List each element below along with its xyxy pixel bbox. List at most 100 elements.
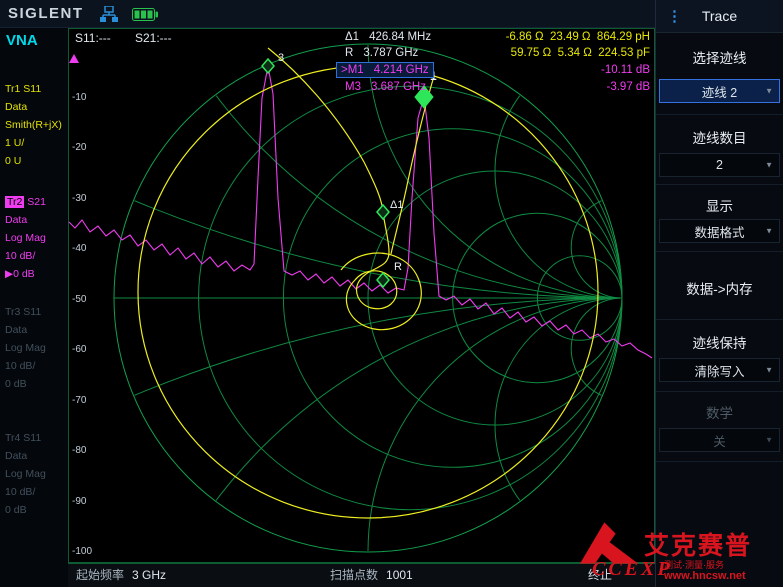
marker-delta1-label: Δ1	[390, 199, 403, 211]
marker-delta1-diamond[interactable]	[377, 205, 389, 219]
trace-param: S21	[27, 196, 46, 208]
trace-summary-tr3[interactable]: Tr3 S11 Data Log Mag 10 dB/ 0 dB	[5, 303, 67, 393]
vna-screen: SIGLENT VNA Tr1 S1	[0, 0, 783, 587]
trace-s21-logmag	[69, 66, 652, 358]
readout-freq: 3.787 GHz	[363, 47, 418, 59]
y-axis-label: -90	[72, 496, 102, 507]
y-axis-label: -40	[72, 243, 102, 254]
y-axis-label: -100	[72, 546, 102, 557]
trace-summary-row: Smith(R+jX)	[5, 116, 67, 134]
caret-down-icon: ▼	[765, 366, 773, 375]
readout-label: Δ1	[345, 31, 359, 43]
caret-down-icon: ▼	[765, 161, 773, 170]
readout-value: -10.11 dB	[601, 64, 650, 76]
menu-section-math: 数学 关 ▼	[656, 392, 783, 462]
trace-name: Tr1	[5, 83, 20, 95]
y-axis-label: -20	[72, 142, 102, 153]
trace-summary-tr2[interactable]: Tr2 S21 Data Log Mag 10 dB/ ▶0 dB	[5, 193, 67, 283]
select-trace-dropdown[interactable]: 迹线 2 ▼	[659, 79, 780, 103]
active-trace-tag: Tr2	[5, 196, 24, 208]
y-axis-label: -70	[72, 395, 102, 406]
dropdown-value: 2	[716, 158, 723, 172]
start-frequency-label: 起始频率	[76, 568, 124, 582]
trace-summary-row: Data	[5, 211, 67, 229]
trace-summary-row: 1 U/	[5, 134, 67, 152]
math-dropdown[interactable]: 关 ▼	[659, 428, 780, 452]
dropdown-value: 清除写入	[694, 361, 744, 380]
menu-section-trace-count: 迹线数目 2 ▼	[656, 115, 783, 185]
graph-area: 3 1 Δ1 R S11:--- S21:--- -10 -20 -30 -40…	[68, 28, 655, 563]
smith-grid	[68, 28, 655, 563]
marker-readout-row: M3 3.687 GHz -3.97 dB	[68, 81, 655, 95]
menu-dots-icon: ⋮	[667, 0, 682, 33]
readout-value: -6.86 Ω 23.49 Ω 864.29 pH	[506, 31, 650, 43]
y-axis-label: -50	[72, 294, 102, 305]
menu-section-display: 显示 数据格式 ▼	[656, 185, 783, 252]
menu-item-label: 显示	[656, 195, 783, 215]
menu-section-data-to-memory: 数据->内存	[656, 252, 783, 320]
dropdown-value: 数据格式	[694, 222, 744, 241]
trace-name: Tr3	[5, 306, 20, 318]
menu-header: ⋮ Trace	[656, 0, 783, 33]
trace-summary-row: ▶0 dB	[5, 265, 67, 283]
trace-status-panel: VNA Tr1 S11 Data Smith(R+jX) 1 U/ 0 U Tr…	[0, 28, 68, 587]
y-axis-label: -60	[72, 344, 102, 355]
readout-freq: 3.687 GHz	[371, 81, 426, 93]
trace-summary-row: 0 U	[5, 152, 67, 170]
trace-hold-dropdown[interactable]: 清除写入 ▼	[659, 358, 780, 382]
trace-summary-row: 0 dB	[5, 375, 67, 393]
caret-down-icon: ▼	[765, 227, 773, 236]
menu-item-label: 数学	[656, 402, 783, 422]
trace-summary-row: Log Mag	[5, 229, 67, 247]
data-to-memory-button[interactable]: 数据->内存	[656, 278, 783, 298]
menu-section-trace-hold: 迹线保持 清除写入 ▼	[656, 320, 783, 392]
battery-icon	[132, 8, 158, 26]
sweep-points-value: 1001	[386, 568, 413, 582]
readout-label: >M1	[341, 64, 364, 76]
trace-summary-row: Data	[5, 321, 67, 339]
dropdown-value: 关	[713, 431, 726, 450]
start-frequency-value: 3 GHz	[132, 568, 166, 582]
trace-param: S11	[23, 83, 41, 95]
trace-summary-row: Data	[5, 447, 67, 465]
top-bar: SIGLENT	[0, 0, 655, 28]
menu-section-select-trace: 选择迹线 迹线 2 ▼	[656, 33, 783, 115]
marker-readout-row: R 3.787 GHz 59.75 Ω 5.34 Ω 224.53 pF	[68, 47, 655, 61]
readout-freq: 4.214 GHz	[374, 64, 429, 76]
dropdown-value: 迹线 2	[702, 82, 737, 101]
y-axis-label: -80	[72, 445, 102, 456]
trace-summary-row: 10 dB/	[5, 483, 67, 501]
trace-summary-row: 10 dB/	[5, 357, 67, 375]
trace-count-dropdown[interactable]: 2 ▼	[659, 153, 780, 177]
caret-down-icon: ▼	[765, 87, 773, 96]
trace-summary-row: 0 dB	[5, 501, 67, 519]
menu-item-label: 迹线保持	[656, 332, 783, 352]
trace-summary-tr4[interactable]: Tr4 S11 Data Log Mag 10 dB/ 0 dB	[5, 429, 67, 519]
brand-logo: SIGLENT	[8, 0, 84, 28]
marker-readout-row: Δ1 426.84 MHz -6.86 Ω 23.49 Ω 864.29 pH	[68, 31, 655, 45]
active-marker-readout: >M1 4.214 GHz -10.11 dB	[68, 64, 655, 78]
vna-mode-label[interactable]: VNA	[6, 32, 38, 49]
smith-chart: 3 1 Δ1 R	[68, 28, 655, 563]
trace-param: S11	[23, 306, 41, 318]
trace-param: S11	[23, 432, 41, 444]
readout-label: R	[345, 47, 353, 59]
trace-summary-row: 10 dB/	[5, 247, 67, 265]
readout-value: -3.97 dB	[607, 81, 650, 93]
readout-freq: 426.84 MHz	[369, 31, 431, 43]
trace-summary-tr1[interactable]: Tr1 S11 Data Smith(R+jX) 1 U/ 0 U	[5, 80, 67, 170]
trace-summary-row: Log Mag	[5, 339, 67, 357]
data-format-dropdown[interactable]: 数据格式 ▼	[659, 219, 780, 243]
menu-item-label: 迹线数目	[656, 127, 783, 147]
trace-name: Tr4	[5, 432, 20, 444]
trace-s11-smith	[138, 48, 598, 518]
y-axis-label: -30	[72, 193, 102, 204]
trace-summary-row: Log Mag	[5, 465, 67, 483]
trace-menu: ⋮ Trace 选择迹线 迹线 2 ▼ 迹线数目 2 ▼ 显示 数据格式 ▼	[655, 0, 783, 587]
caret-down-icon: ▼	[765, 436, 773, 445]
graph-border	[69, 29, 655, 563]
marker-r-label: R	[394, 261, 402, 273]
readout-value: 59.75 Ω 5.34 Ω 224.53 pF	[511, 47, 650, 59]
sweep-points-label: 扫描点数	[330, 568, 378, 582]
readout-label: M3	[345, 81, 361, 93]
